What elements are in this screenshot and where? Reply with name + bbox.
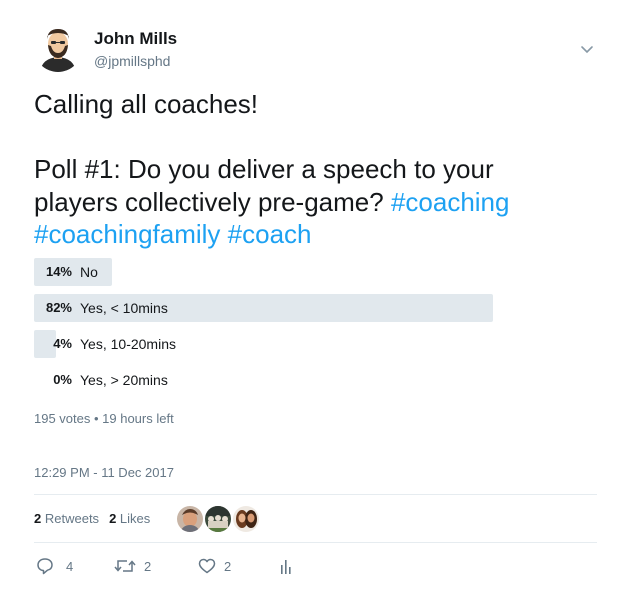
tweet-line: players collectively pre-game? #coaching — [34, 186, 594, 219]
tweet-stats: 2 Retweets 2 Likes — [34, 511, 160, 527]
poll-option: 0% Yes, > 20mins — [34, 366, 614, 402]
retweets-label: Retweets — [44, 511, 100, 526]
poll-option-label: Yes, < 10mins — [80, 300, 168, 316]
hashtag-link[interactable]: #coachingfamily — [34, 219, 220, 249]
retweets-count: 2 — [34, 511, 42, 526]
poll-percentage: 0% — [53, 372, 72, 387]
reply-icon — [37, 558, 53, 575]
retweet-button[interactable]: 2 — [114, 555, 164, 577]
tweet-line: Calling all coaches! — [34, 89, 259, 119]
tweet-timestamp[interactable]: 12:29 PM - 11 Dec 2017 — [34, 465, 174, 480]
chevron-down-icon[interactable] — [580, 42, 594, 54]
poll-option: 4% Yes, 10-20mins — [34, 330, 614, 366]
tweet-line: Poll #1: Do you deliver a speech to your — [34, 154, 494, 184]
analytics-icon — [281, 560, 291, 574]
liker-avatar[interactable] — [232, 505, 260, 533]
likes-stat[interactable]: 2 Likes — [109, 511, 150, 526]
author-name[interactable]: John Mills — [94, 29, 177, 49]
poll-percentage: 82% — [45, 300, 72, 315]
retweets-stat[interactable]: 2 Retweets — [34, 511, 99, 526]
poll-option-label: No — [80, 264, 98, 280]
like-count: 2 — [224, 559, 232, 574]
liker-avatar[interactable] — [176, 505, 204, 533]
likes-count: 2 — [109, 511, 117, 526]
avatar[interactable] — [34, 24, 82, 72]
tweet-text: Calling all coaches! Poll #1: Do you del… — [34, 88, 594, 251]
author-handle[interactable]: @jpmillsphd — [94, 53, 170, 69]
poll-percentage: 14% — [45, 264, 72, 279]
poll-option-label: Yes, > 20mins — [80, 372, 168, 388]
retweet-count: 2 — [144, 559, 152, 574]
likes-label: Likes — [119, 511, 151, 526]
hashtag-link[interactable]: #coaching — [391, 187, 510, 217]
divider — [34, 542, 597, 543]
divider — [34, 494, 597, 495]
reply-button[interactable]: 4 — [36, 555, 76, 577]
liker-avatar[interactable] — [204, 505, 232, 533]
heart-icon — [198, 558, 216, 574]
retweet-icon — [114, 560, 136, 572]
poll-percentage: 4% — [53, 336, 72, 351]
tweet-line: #coachingfamily #coach — [34, 218, 594, 251]
poll: 14% No 82% Yes, < 10mins 4% Yes, 10-20mi… — [34, 258, 614, 402]
poll-option: 14% No — [34, 258, 614, 294]
analytics-button[interactable] — [279, 555, 299, 577]
tweet-actions: 4 2 2 — [34, 555, 314, 577]
like-button[interactable]: 2 — [198, 555, 248, 577]
reply-count: 4 — [66, 559, 74, 574]
hashtag-link[interactable]: #coach — [228, 219, 312, 249]
poll-option-label: Yes, 10-20mins — [80, 336, 176, 352]
poll-option: 82% Yes, < 10mins — [34, 294, 614, 330]
poll-meta: 195 votes • 19 hours left — [34, 411, 174, 426]
tweet-line-text: players collectively pre-game? — [34, 186, 391, 217]
